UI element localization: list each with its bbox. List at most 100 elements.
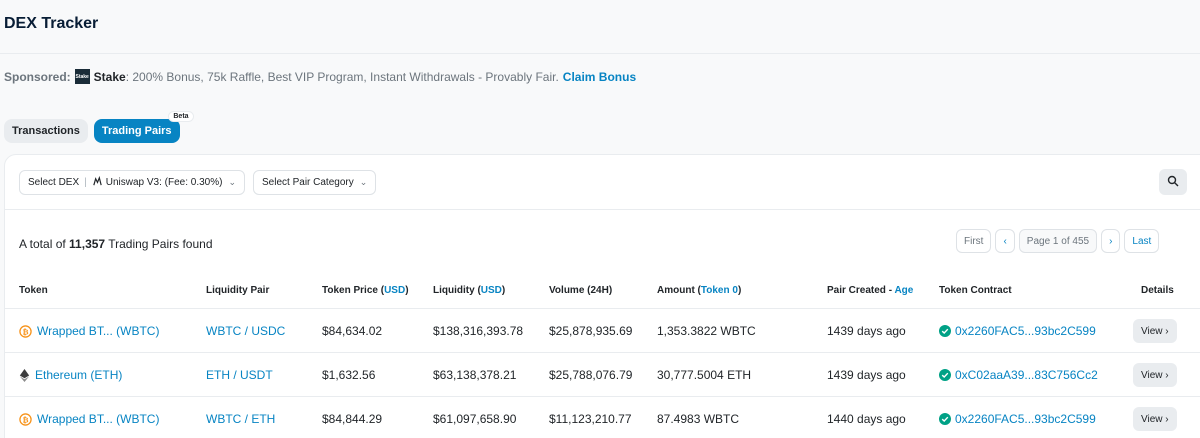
- chevron-right-icon: ›: [1109, 235, 1113, 247]
- search-button[interactable]: [1159, 169, 1187, 195]
- chevron-right-icon: ›: [1165, 369, 1169, 381]
- liquidity-value: $138,316,393.78: [433, 324, 524, 338]
- trading-pairs-card: Select DEX | Uniswap V3: (Fee: 0.30%) ⌄ …: [4, 154, 1200, 438]
- select-dex-label: Select DEX: [28, 177, 80, 188]
- chevron-left-icon: ‹: [1003, 235, 1007, 247]
- amount-value: 30,777.5004 ETH: [657, 368, 752, 382]
- token-cell: ₿ Wrapped BT... (WBTC): [19, 309, 159, 353]
- bitcoin-icon: ₿: [19, 412, 32, 426]
- chevron-right-icon: ›: [1165, 325, 1169, 337]
- token-contract-link[interactable]: 0x2260FAC5...93bc2C599: [955, 324, 1096, 338]
- summary-count: 11,357: [69, 237, 106, 251]
- col-token-contract: Token Contract: [939, 285, 1012, 296]
- liquidity-value: $61,097,658.90: [433, 412, 517, 426]
- chevron-right-icon: ›: [1165, 413, 1169, 425]
- col-amount-label: Amount (: [657, 285, 701, 296]
- svg-text:₿: ₿: [22, 327, 28, 336]
- select-pair-category-dropdown[interactable]: Select Pair Category ⌄: [253, 170, 377, 195]
- volume-value: $11,123,210.77: [549, 412, 632, 426]
- bitcoin-icon: ₿: [19, 324, 32, 338]
- verified-check-icon: [939, 325, 951, 337]
- col-token-price: Token Price (USD): [322, 285, 409, 296]
- sponsored-label: Sponsored:: [4, 69, 71, 84]
- chevron-down-icon: ⌄: [359, 177, 368, 187]
- claim-bonus-link[interactable]: Claim Bonus: [563, 70, 636, 84]
- verified-check-icon: [939, 369, 951, 381]
- separator: |: [84, 177, 87, 188]
- token-contract-cell: 0xC02aaA39...83C756Cc2: [939, 353, 1098, 397]
- pair-created-age: 1439 days ago: [827, 368, 906, 382]
- pair-created-age: 1439 days ago: [827, 324, 906, 338]
- token-link[interactable]: Wrapped BT... (WBTC): [37, 324, 159, 338]
- page-info: Page 1 of 455: [1018, 229, 1098, 253]
- select-dex-value: Uniswap V3: (Fee: 0.30%): [105, 177, 223, 188]
- table-header: Token Liquidity Pair Token Price (USD) L…: [5, 285, 1200, 309]
- filter-row: Select DEX | Uniswap V3: (Fee: 0.30%) ⌄ …: [19, 170, 377, 195]
- view-details-button[interactable]: View ›: [1133, 319, 1177, 343]
- view-label: View: [1141, 413, 1163, 425]
- col-liquidity-label: Liquidity (: [433, 285, 481, 296]
- age-toggle[interactable]: Age: [894, 285, 913, 296]
- usd-toggle[interactable]: USD: [384, 285, 405, 296]
- total-pairs-summary: A total of 11,357 Trading Pairs found: [19, 237, 213, 251]
- token-contract-cell: 0x2260FAC5...93bc2C599: [939, 309, 1096, 353]
- pagination: First ‹ Page 1 of 455 › Last: [956, 229, 1160, 253]
- token-link[interactable]: Wrapped BT... (WBTC): [37, 412, 159, 426]
- token-cell: Ethereum (ETH): [19, 353, 122, 397]
- col-token-price-label: Token Price (: [322, 285, 385, 296]
- col-pair-created-label: Pair Created -: [827, 285, 895, 296]
- amount-value: 87.4983 WBTC: [657, 412, 740, 426]
- summary-suffix: Trading Pairs found: [108, 237, 213, 251]
- stake-logo: Stake: [74, 69, 90, 84]
- view-label: View: [1141, 325, 1163, 337]
- pair-created-age: 1440 days ago: [827, 412, 906, 426]
- token-price: $84,844.29: [322, 412, 383, 426]
- liquidity-pair-link[interactable]: WBTC / USDC: [206, 324, 285, 338]
- table-row: Ethereum (ETH) ETH / USDT $1,632.56 $63,138…: [5, 353, 1200, 397]
- amount-value: 1,353.3822 WBTC: [657, 324, 756, 338]
- token-contract-link[interactable]: 0xC02aaA39...83C756Cc2: [955, 368, 1098, 382]
- liquidity-pair-link[interactable]: ETH / USDT: [206, 368, 273, 382]
- last-page-button[interactable]: Last: [1124, 229, 1160, 253]
- liquidity-value: $63,138,378.21: [433, 368, 517, 382]
- table-row: ₿ Wrapped BT... (WBTC) WBTC / ETH $84,844.2…: [5, 397, 1200, 438]
- sponsor-name[interactable]: Stake: [94, 70, 126, 84]
- beta-badge: Beta: [168, 111, 194, 122]
- ethereum-icon: [19, 368, 30, 382]
- tab-trading-pairs-label: Trading Pairs: [101, 125, 172, 137]
- col-volume: Volume (24H): [549, 285, 613, 296]
- volume-value: $25,788,076.79: [549, 368, 633, 382]
- select-pair-category-label: Select Pair Category: [262, 177, 354, 188]
- select-dex-dropdown[interactable]: Select DEX | Uniswap V3: (Fee: 0.30%) ⌄: [19, 170, 246, 195]
- prev-page-button[interactable]: ‹: [995, 229, 1015, 253]
- token-cell: ₿ Wrapped BT... (WBTC): [19, 397, 159, 438]
- tab-trading-pairs[interactable]: Trading Pairs Beta: [93, 111, 194, 143]
- chevron-down-icon: ⌄: [228, 177, 237, 187]
- usd-toggle[interactable]: USD: [481, 285, 502, 296]
- divider: [0, 53, 1200, 54]
- svg-text:₿: ₿: [22, 415, 28, 424]
- tab-bar: Transactions Trading Pairs Beta: [4, 111, 194, 143]
- col-amount: Amount (Token 0): [657, 285, 742, 296]
- token-price: $84,634.02: [322, 324, 383, 338]
- col-token: Token: [19, 285, 48, 296]
- col-pair-created: Pair Created - Age: [827, 285, 913, 296]
- token-link[interactable]: Ethereum (ETH): [35, 368, 122, 382]
- view-details-button[interactable]: View ›: [1133, 363, 1177, 387]
- first-page-button[interactable]: First: [956, 229, 992, 253]
- page-title: DEX Tracker: [4, 15, 99, 32]
- token-contract-cell: 0x2260FAC5...93bc2C599: [939, 397, 1096, 438]
- next-page-button[interactable]: ›: [1101, 229, 1121, 253]
- view-label: View: [1141, 369, 1163, 381]
- view-details-button[interactable]: View ›: [1133, 407, 1177, 431]
- token-price: $1,632.56: [322, 368, 376, 382]
- col-details: Details: [1141, 285, 1174, 296]
- tab-transactions[interactable]: Transactions: [4, 119, 88, 143]
- token-contract-link[interactable]: 0x2260FAC5...93bc2C599: [955, 412, 1096, 426]
- token0-toggle[interactable]: Token 0: [701, 285, 738, 296]
- liquidity-pair-link[interactable]: WBTC / ETH: [206, 412, 275, 426]
- divider: [5, 209, 1200, 210]
- search-icon: [1167, 175, 1179, 190]
- col-liquidity-pair: Liquidity Pair: [206, 285, 270, 296]
- uniswap-icon: [92, 175, 103, 190]
